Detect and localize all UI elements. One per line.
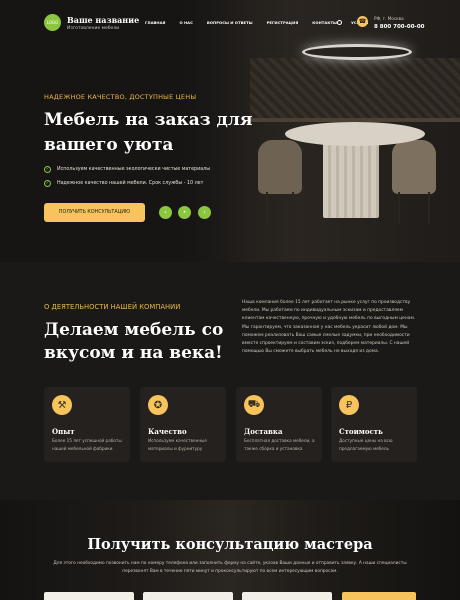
slider-prev-button[interactable]: ‹: [159, 206, 172, 219]
ceiling-lamp: [302, 44, 412, 60]
card-description: Более 15 лет успешной работы нашей мебел…: [52, 438, 122, 451]
nav-item-contacts[interactable]: КОНТАКТЫ: [312, 20, 337, 25]
consultation-title: Получить консультацию мастера: [87, 536, 373, 553]
hero-feature: ✓ Используем качественные экологически ч…: [44, 166, 210, 173]
delivery-icon: ⛟: [244, 395, 264, 415]
card-title: Опыт: [52, 427, 75, 436]
consultation-section: Получить консультацию мастера Для этого …: [0, 500, 460, 600]
phone-input[interactable]: [143, 592, 233, 600]
feature-card-experience: ⚒ Опыт Более 15 лет успешной работы наше…: [44, 387, 130, 462]
phone-icon: ☎: [357, 16, 368, 27]
slider-dot-button[interactable]: •: [178, 206, 191, 219]
experience-icon: ⚒: [52, 395, 72, 415]
chair-leg: [398, 192, 400, 224]
nav-item-registration[interactable]: РЕГИСТРАЦИЯ: [267, 20, 299, 25]
price-icon: ₽: [339, 395, 359, 415]
card-title: Стоимость: [339, 427, 383, 436]
hero-chair: [392, 140, 436, 194]
card-description: Используем качественные материалы и фурн…: [148, 438, 207, 451]
card-description: Бесплатная доставка мебели, а также сбор…: [244, 438, 315, 451]
check-icon: ✓: [44, 166, 51, 173]
nav-item-about[interactable]: О НАС: [179, 20, 192, 25]
hero-feature-text: Надежное качество нашей мебели. Срок слу…: [57, 181, 204, 186]
hero-wall-decor: [250, 58, 460, 120]
hero-table-base: [323, 136, 379, 218]
hero-title: Мебель на заказ для вашего уюта: [44, 110, 253, 155]
brand-name: Ваше название: [67, 15, 140, 25]
chair-leg: [266, 192, 268, 224]
search-icon[interactable]: [337, 20, 342, 25]
main-nav: ГЛАВНАЯ О НАС ВОПРОСЫ И ОТВЕТЫ РЕГИСТРАЦ…: [145, 20, 382, 25]
about-tagline: О ДЕЯТЕЛЬНОСТИ НАШЕЙ КОМПАНИИ: [44, 303, 181, 311]
submit-button[interactable]: [342, 592, 416, 600]
site-logo[interactable]: LOGO: [44, 14, 61, 31]
hero-table-top: [285, 122, 425, 146]
consultation-button[interactable]: ПОЛУЧИТЬ КОНСУЛЬТАЦИЮ: [44, 203, 145, 222]
phone-number[interactable]: 8 800 700-00-00: [374, 24, 425, 30]
about-text: Наша компания более 15 лет работает на р…: [242, 300, 416, 355]
consultation-text: Для этого необходимо позвонить нам по но…: [53, 561, 407, 574]
feature-card-delivery: ⛟ Доставка Бесплатная доставка мебели, а…: [236, 387, 322, 462]
card-title: Доставка: [244, 427, 283, 436]
check-icon: ✓: [44, 180, 51, 187]
nav-item-faq[interactable]: ВОПРОСЫ И ОТВЕТЫ: [207, 20, 253, 25]
hero-feature: ✓ Надежное качество нашей мебели. Срок с…: [44, 180, 203, 187]
chair-leg: [428, 192, 430, 224]
hero-tagline: НАДЕЖНОЕ КАЧЕСТВО, ДОСТУПНЫЕ ЦЕНЫ: [44, 93, 197, 101]
email-input[interactable]: [242, 592, 332, 600]
feature-card-price: ₽ Стоимость Доступные цены на всю предла…: [331, 387, 417, 462]
hero-feature-text: Используем качественные экологически чис…: [57, 167, 211, 172]
brand-subtitle: Изготовление мебели: [67, 26, 120, 31]
slider-next-button[interactable]: ›: [198, 206, 211, 219]
about-title: Делаем мебель со вкусом и на века!: [44, 320, 224, 363]
region-text: РФ, г. Москва: [374, 16, 404, 21]
quality-icon: ✪: [148, 395, 168, 415]
chair-leg: [292, 192, 294, 222]
card-description: Доступные цены на всю предлагаемую мебел…: [339, 438, 393, 451]
card-title: Качество: [148, 427, 187, 436]
feature-card-quality: ✪ Качество Используем качественные матер…: [140, 387, 226, 462]
about-section: О ДЕЯТЕЛЬНОСТИ НАШЕЙ КОМПАНИИ Делаем меб…: [0, 262, 460, 500]
name-input[interactable]: [44, 592, 134, 600]
nav-item-home[interactable]: ГЛАВНАЯ: [145, 20, 165, 25]
